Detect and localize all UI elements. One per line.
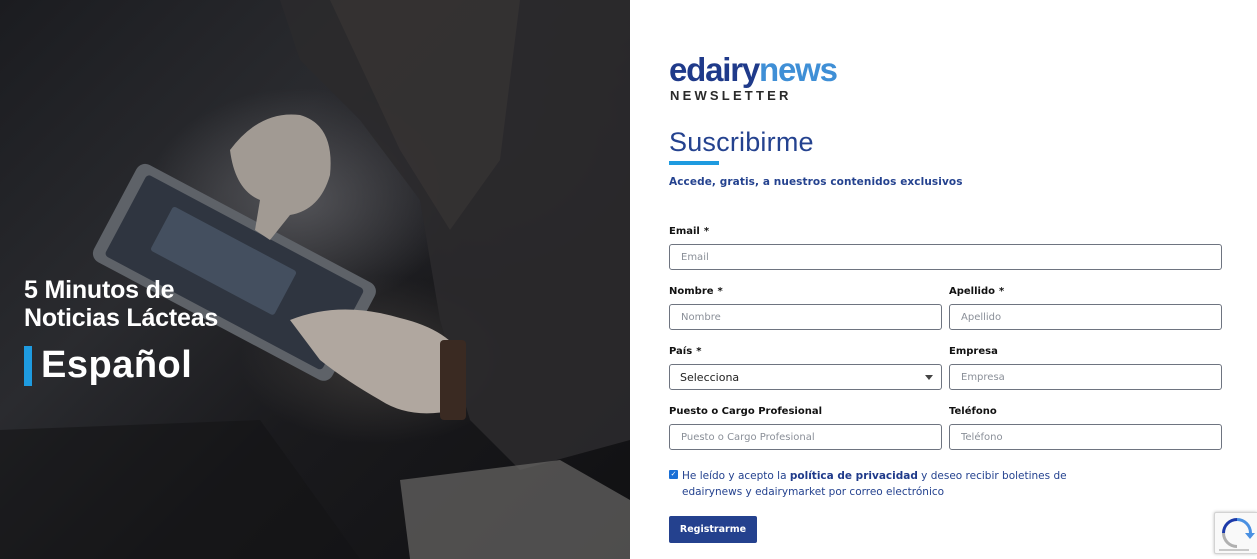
puesto-field[interactable] xyxy=(669,424,942,450)
nombre-field[interactable] xyxy=(669,304,942,330)
pais-selected-value: Selecciona xyxy=(680,370,740,384)
logo-news: news xyxy=(759,51,838,88)
email-label-text: Email xyxy=(669,226,700,237)
consent-text-before: He leído y acepto la xyxy=(682,470,790,482)
chevron-down-icon xyxy=(925,374,933,380)
signup-panel: edairynews NEWSLETTER Suscribirme Accede… xyxy=(630,0,1257,559)
title-underline xyxy=(669,161,719,165)
checkmark-icon: ✓ xyxy=(670,471,677,478)
required-mark: * xyxy=(717,286,723,297)
pais-label-text: País xyxy=(669,346,693,357)
empresa-field[interactable] xyxy=(949,364,1222,390)
required-mark: * xyxy=(703,226,710,237)
hero-language-label: Español xyxy=(41,344,193,386)
form-subtitle: Accede, gratis, a nuestros contenidos ex… xyxy=(669,176,963,188)
telefono-label-text: Teléfono xyxy=(949,406,997,417)
apellido-label: Apellido * xyxy=(949,286,1004,297)
accent-bar xyxy=(24,345,32,386)
pais-label: País * xyxy=(669,346,701,357)
nombre-label-text: Nombre xyxy=(669,286,714,297)
hero-line-1: 5 Minutos de xyxy=(24,276,175,304)
hero-line-2: Noticias Lácteas xyxy=(24,304,219,332)
pais-select[interactable]: Selecciona xyxy=(669,364,942,390)
apellido-label-text: Apellido xyxy=(949,286,995,297)
email-field[interactable] xyxy=(669,244,1222,270)
empresa-label: Empresa xyxy=(949,346,998,357)
logo-edairy: edairy xyxy=(669,51,760,88)
email-label: Email * xyxy=(669,226,709,237)
telefono-field[interactable] xyxy=(949,424,1222,450)
register-button[interactable]: Registrarme xyxy=(669,516,757,543)
required-mark: * xyxy=(696,346,702,357)
required-mark: * xyxy=(999,286,1005,297)
privacy-policy-link[interactable]: política de privacidad xyxy=(790,470,918,482)
consent-checkbox[interactable]: ✓ xyxy=(669,470,678,479)
apellido-field[interactable] xyxy=(949,304,1222,330)
hero-language: Español xyxy=(24,344,218,387)
empresa-label-text: Empresa xyxy=(949,346,998,357)
recaptcha-logo xyxy=(1219,518,1255,551)
puesto-label-text: Puesto o Cargo Profesional xyxy=(669,406,823,417)
telefono-label: Teléfono xyxy=(949,406,997,417)
consent-text: He leído y acepto la política de privaci… xyxy=(682,468,1099,500)
consent-row: ✓ He leído y acepto la política de priva… xyxy=(669,468,1099,500)
logo-wordmark: edairynews xyxy=(669,51,838,88)
nombre-label: Nombre * xyxy=(669,286,723,297)
brand-logo[interactable]: edairynews NEWSLETTER xyxy=(669,51,838,104)
hero-headline: 5 Minutos de Noticias Lácteas Español xyxy=(24,276,218,387)
logo-tagline: NEWSLETTER xyxy=(670,88,792,103)
recaptcha-badge-icon[interactable] xyxy=(1214,512,1257,554)
puesto-label: Puesto o Cargo Profesional xyxy=(669,406,822,417)
hero-panel: 5 Minutos de Noticias Lácteas Español xyxy=(0,0,630,559)
form-title: Suscribirme xyxy=(669,127,814,157)
